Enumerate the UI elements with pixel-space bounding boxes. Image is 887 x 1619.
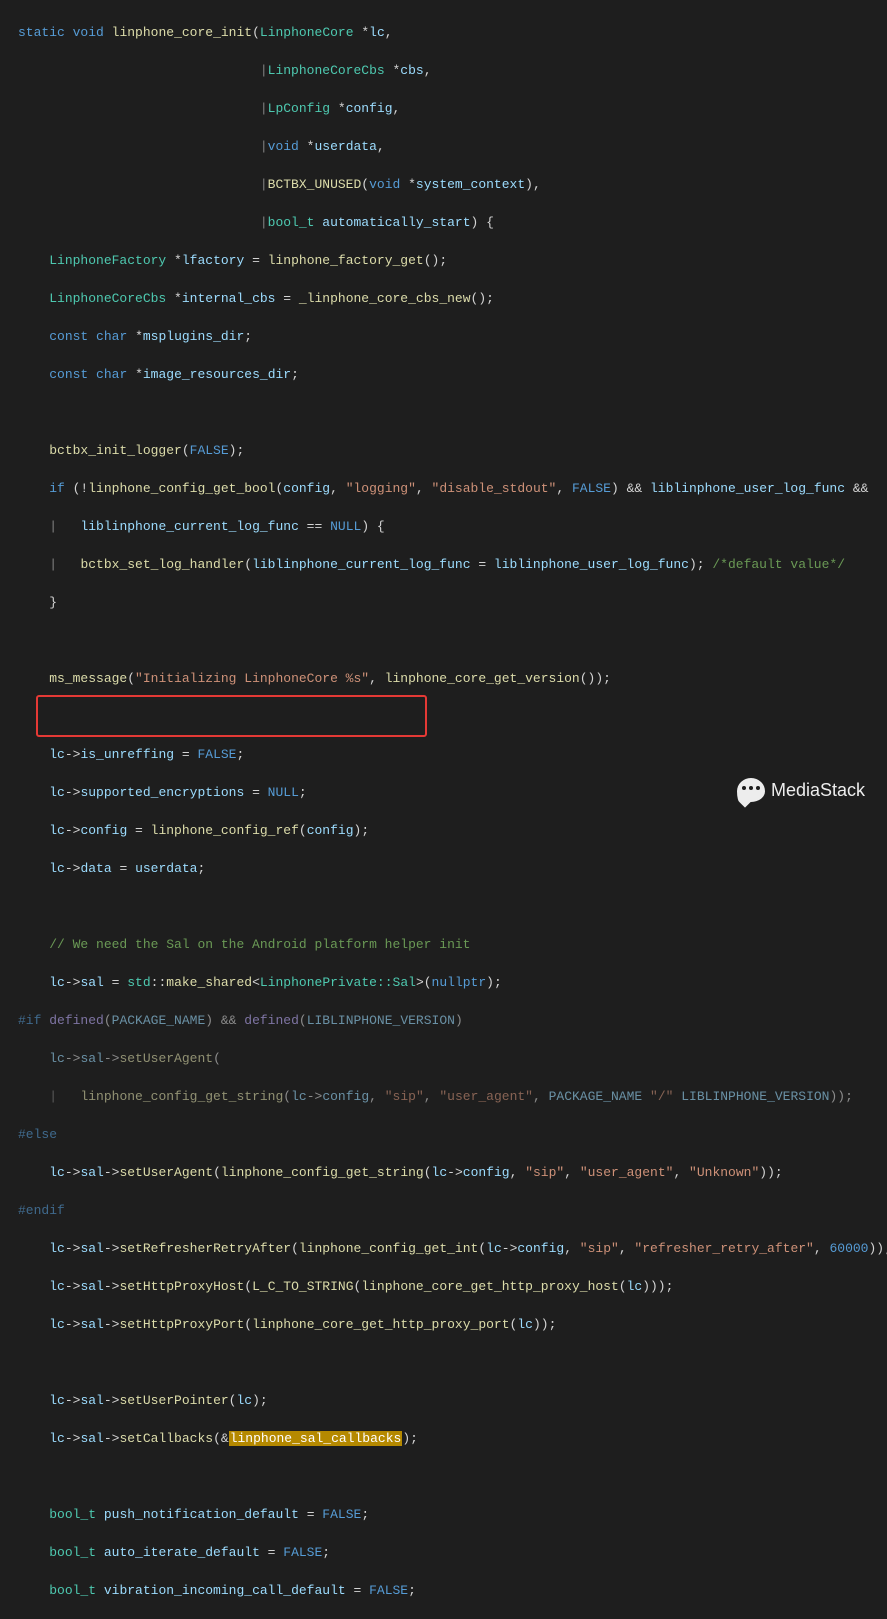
code-line: bool_t auto_iterate_default = FALSE;	[18, 1543, 887, 1562]
code-line: lc->sal->setHttpProxyPort(linphone_core_…	[18, 1315, 887, 1334]
code-line: lc->is_unreffing = FALSE;	[18, 745, 887, 764]
code-line: #endif	[18, 1201, 887, 1220]
code-line	[18, 707, 887, 726]
code-line: |LpConfig *config,	[18, 99, 887, 118]
code-line: lc->sal->setRefresherRetryAfter(linphone…	[18, 1239, 887, 1258]
highlighted-symbol: linphone_sal_callbacks	[229, 1431, 403, 1446]
code-line: lc->sal->setUserAgent(	[18, 1049, 887, 1068]
code-line: |LinphoneCoreCbs *cbs,	[18, 61, 887, 80]
code-editor[interactable]: static void linphone_core_init(LinphoneC…	[0, 4, 887, 1619]
code-line: lc->sal->setHttpProxyHost(L_C_TO_STRING(…	[18, 1277, 887, 1296]
code-line: #if defined(PACKAGE_NAME) && defined(LIB…	[18, 1011, 887, 1030]
code-line: #else	[18, 1125, 887, 1144]
code-line: | bctbx_set_log_handler(liblinphone_curr…	[18, 555, 887, 574]
code-line: lc->sal->setUserAgent(linphone_config_ge…	[18, 1163, 887, 1182]
code-line: | liblinphone_current_log_func == NULL) …	[18, 517, 887, 536]
code-line: // We need the Sal on the Android platfo…	[18, 935, 887, 954]
code-line	[18, 897, 887, 916]
code-line	[18, 1353, 887, 1372]
code-line: bctbx_init_logger(FALSE);	[18, 441, 887, 460]
code-line: bool_t vibration_incoming_call_default =…	[18, 1581, 887, 1600]
code-line: const char *image_resources_dir;	[18, 365, 887, 384]
code-line: bool_t push_notification_default = FALSE…	[18, 1505, 887, 1524]
code-line: const char *msplugins_dir;	[18, 327, 887, 346]
code-line: if (!linphone_config_get_bool(config, "l…	[18, 479, 887, 498]
code-line: lc->sal = std::make_shared<LinphonePriva…	[18, 973, 887, 992]
code-line: }	[18, 593, 887, 612]
code-line: LinphoneFactory *lfactory = linphone_fac…	[18, 251, 887, 270]
code-line: lc->supported_encryptions = NULL;	[18, 783, 887, 802]
code-line: ms_message("Initializing LinphoneCore %s…	[18, 669, 887, 688]
code-line	[18, 403, 887, 422]
code-line	[18, 1467, 887, 1486]
code-line: static void linphone_core_init(LinphoneC…	[18, 23, 887, 42]
code-line: |void *userdata,	[18, 137, 887, 156]
code-line: lc->sal->setCallbacks(&linphone_sal_call…	[18, 1429, 887, 1448]
code-line: LinphoneCoreCbs *internal_cbs = _linphon…	[18, 289, 887, 308]
code-line: |BCTBX_UNUSED(void *system_context),	[18, 175, 887, 194]
code-line: | linphone_config_get_string(lc->config,…	[18, 1087, 887, 1106]
code-line	[18, 631, 887, 650]
code-line: |bool_t automatically_start) {	[18, 213, 887, 232]
code-line: lc->sal->setUserPointer(lc);	[18, 1391, 887, 1410]
code-line: lc->data = userdata;	[18, 859, 887, 878]
